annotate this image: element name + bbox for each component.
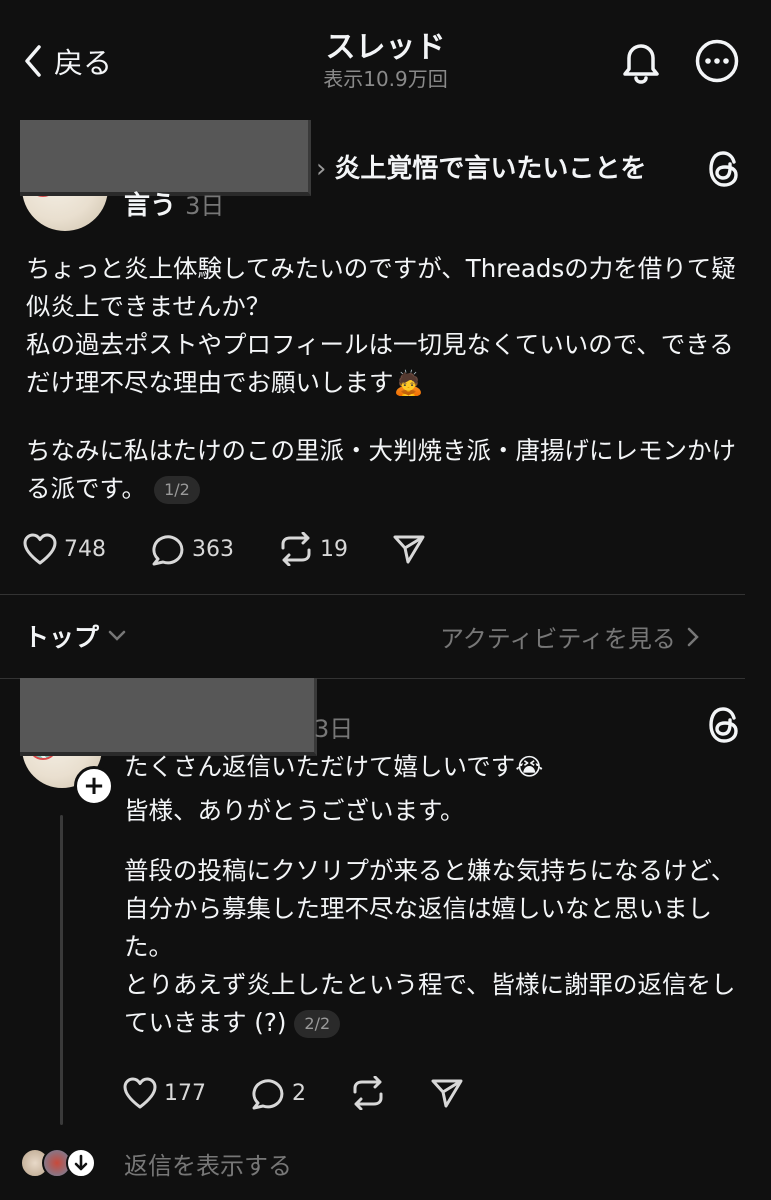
show-replies-link[interactable]: 返信を表示する [124,1146,292,1181]
chevron-down-icon [108,630,126,641]
like-count: 177 [164,1080,206,1106]
post-text-paragraph-2: ちなみに私はたけのこの里派・大判焼き派・唐揚げにレモンかける派です。 1/2 [26,436,737,504]
share-button[interactable] [430,1076,464,1110]
repost-button[interactable]: 19 [278,532,348,566]
comment-button[interactable]: 2 [250,1076,306,1110]
comment-bubble-icon [252,1079,284,1110]
repost-count: 19 [320,536,348,562]
share-button[interactable] [392,532,426,566]
reply-time: 3日 [314,715,354,743]
repost-icon [281,532,311,566]
send-icon [393,535,425,564]
threads-logo-button[interactable] [707,150,741,188]
redacted-username [20,678,317,756]
view-activity-link[interactable]: アクティビティを見る [440,619,700,654]
sort-label: トップ [24,623,100,652]
topic-breadcrumb[interactable]: › 炎上覚悟で言いたいことを [316,152,646,186]
thread-connector-line [60,815,63,1125]
like-button[interactable]: 177 [122,1076,206,1110]
more-options-button[interactable] [694,38,740,84]
reply-actions: 177 2 [122,1076,508,1110]
post-time: 3日 [185,192,225,220]
comment-count: 2 [292,1080,306,1106]
comment-bubble-icon [152,535,184,566]
sort-dropdown[interactable]: トップ [24,618,127,654]
more-icon [695,39,739,83]
reply-text-paragraph: 普段の投稿にクソリプが来ると嫌な気持ちになるけど、自分から募集した理不尽な返信は… [124,856,736,1038]
follow-plus-button[interactable]: + [74,766,114,806]
reply-text-line-2: 皆様、ありがとうございます。 [124,796,465,825]
comment-button[interactable]: 363 [150,532,234,566]
repost-icon [353,1076,383,1110]
send-icon [431,1079,463,1108]
heart-icon [23,533,57,565]
post-actions: 748 363 19 [22,532,470,566]
like-count: 748 [64,536,106,562]
repost-button[interactable] [350,1076,386,1110]
heart-icon [123,1077,157,1109]
post-text-paragraph-1: ちょっと炎上体験してみたいのですが、Threadsの力を借りて疑似炎上できません… [26,254,736,397]
page-indicator-badge: 2/2 [294,1010,341,1038]
expand-arrow-button[interactable] [66,1148,96,1178]
view-activity-label: アクティビティを見る [440,625,676,653]
topic-breadcrumb-continued: 言う 3日 [124,191,225,221]
threads-logo-icon [709,151,738,187]
bowing-emoji: 🙇 [393,369,424,397]
topic-tag[interactable]: 炎上覚悟で言いたいことを [334,154,646,184]
like-button[interactable]: 748 [22,532,106,566]
arrow-down-icon [74,1154,88,1171]
notification-bell-button[interactable] [618,38,664,84]
bell-icon [623,44,659,84]
chevron-right-icon [687,627,699,646]
plus-icon: + [83,771,105,801]
replier-avatars [20,1148,110,1178]
reply-text-line-1: たくさん返信いただけて嬉しいです😭 [124,752,544,781]
page-indicator-badge: 1/2 [154,476,200,504]
redacted-username [20,120,311,196]
threads-logo-button[interactable] [707,706,741,744]
divider [0,594,745,595]
comment-count: 363 [192,536,234,562]
threads-logo-icon [709,707,738,743]
crying-emoji: 😭 [515,753,544,781]
